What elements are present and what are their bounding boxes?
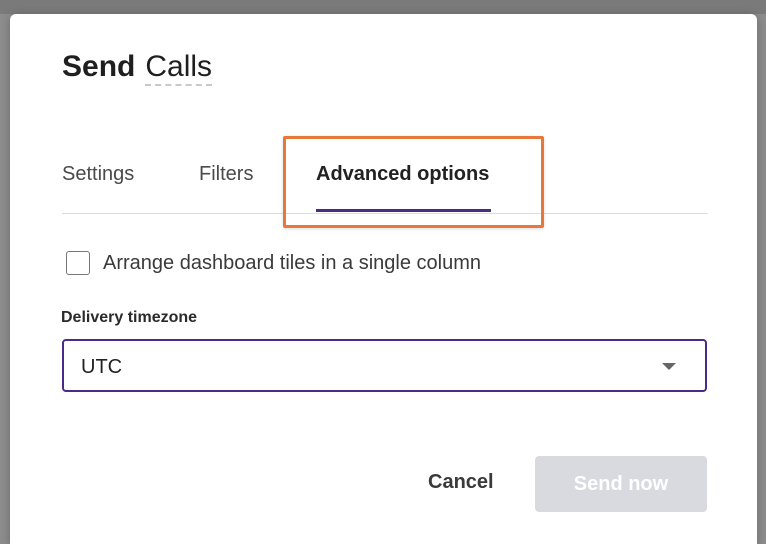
send-now-button[interactable]: Send now: [535, 456, 707, 512]
dialog-title: Send Calls: [62, 50, 213, 86]
caret-down-icon: [662, 363, 676, 370]
timezone-select[interactable]: UTC: [62, 339, 707, 392]
send-dialog: Send Calls Settings Filters Advanced opti…: [10, 14, 757, 544]
dialog-title-verb: Send: [62, 50, 136, 83]
tab-settings[interactable]: Settings: [62, 163, 134, 186]
timezone-value: UTC: [81, 356, 123, 378]
annotation-highlight-box: [283, 136, 544, 228]
backdrop-top-strip: [0, 0, 766, 14]
single-column-checkbox[interactable]: [66, 251, 90, 275]
dialog-title-target: Calls: [145, 50, 213, 86]
tab-filters[interactable]: Filters: [199, 163, 253, 186]
single-column-label: Arrange dashboard tiles in a single colu…: [103, 251, 481, 274]
single-column-option[interactable]: Arrange dashboard tiles in a single colu…: [66, 251, 481, 275]
cancel-button[interactable]: Cancel: [428, 471, 494, 494]
timezone-label: Delivery timezone: [61, 309, 198, 326]
